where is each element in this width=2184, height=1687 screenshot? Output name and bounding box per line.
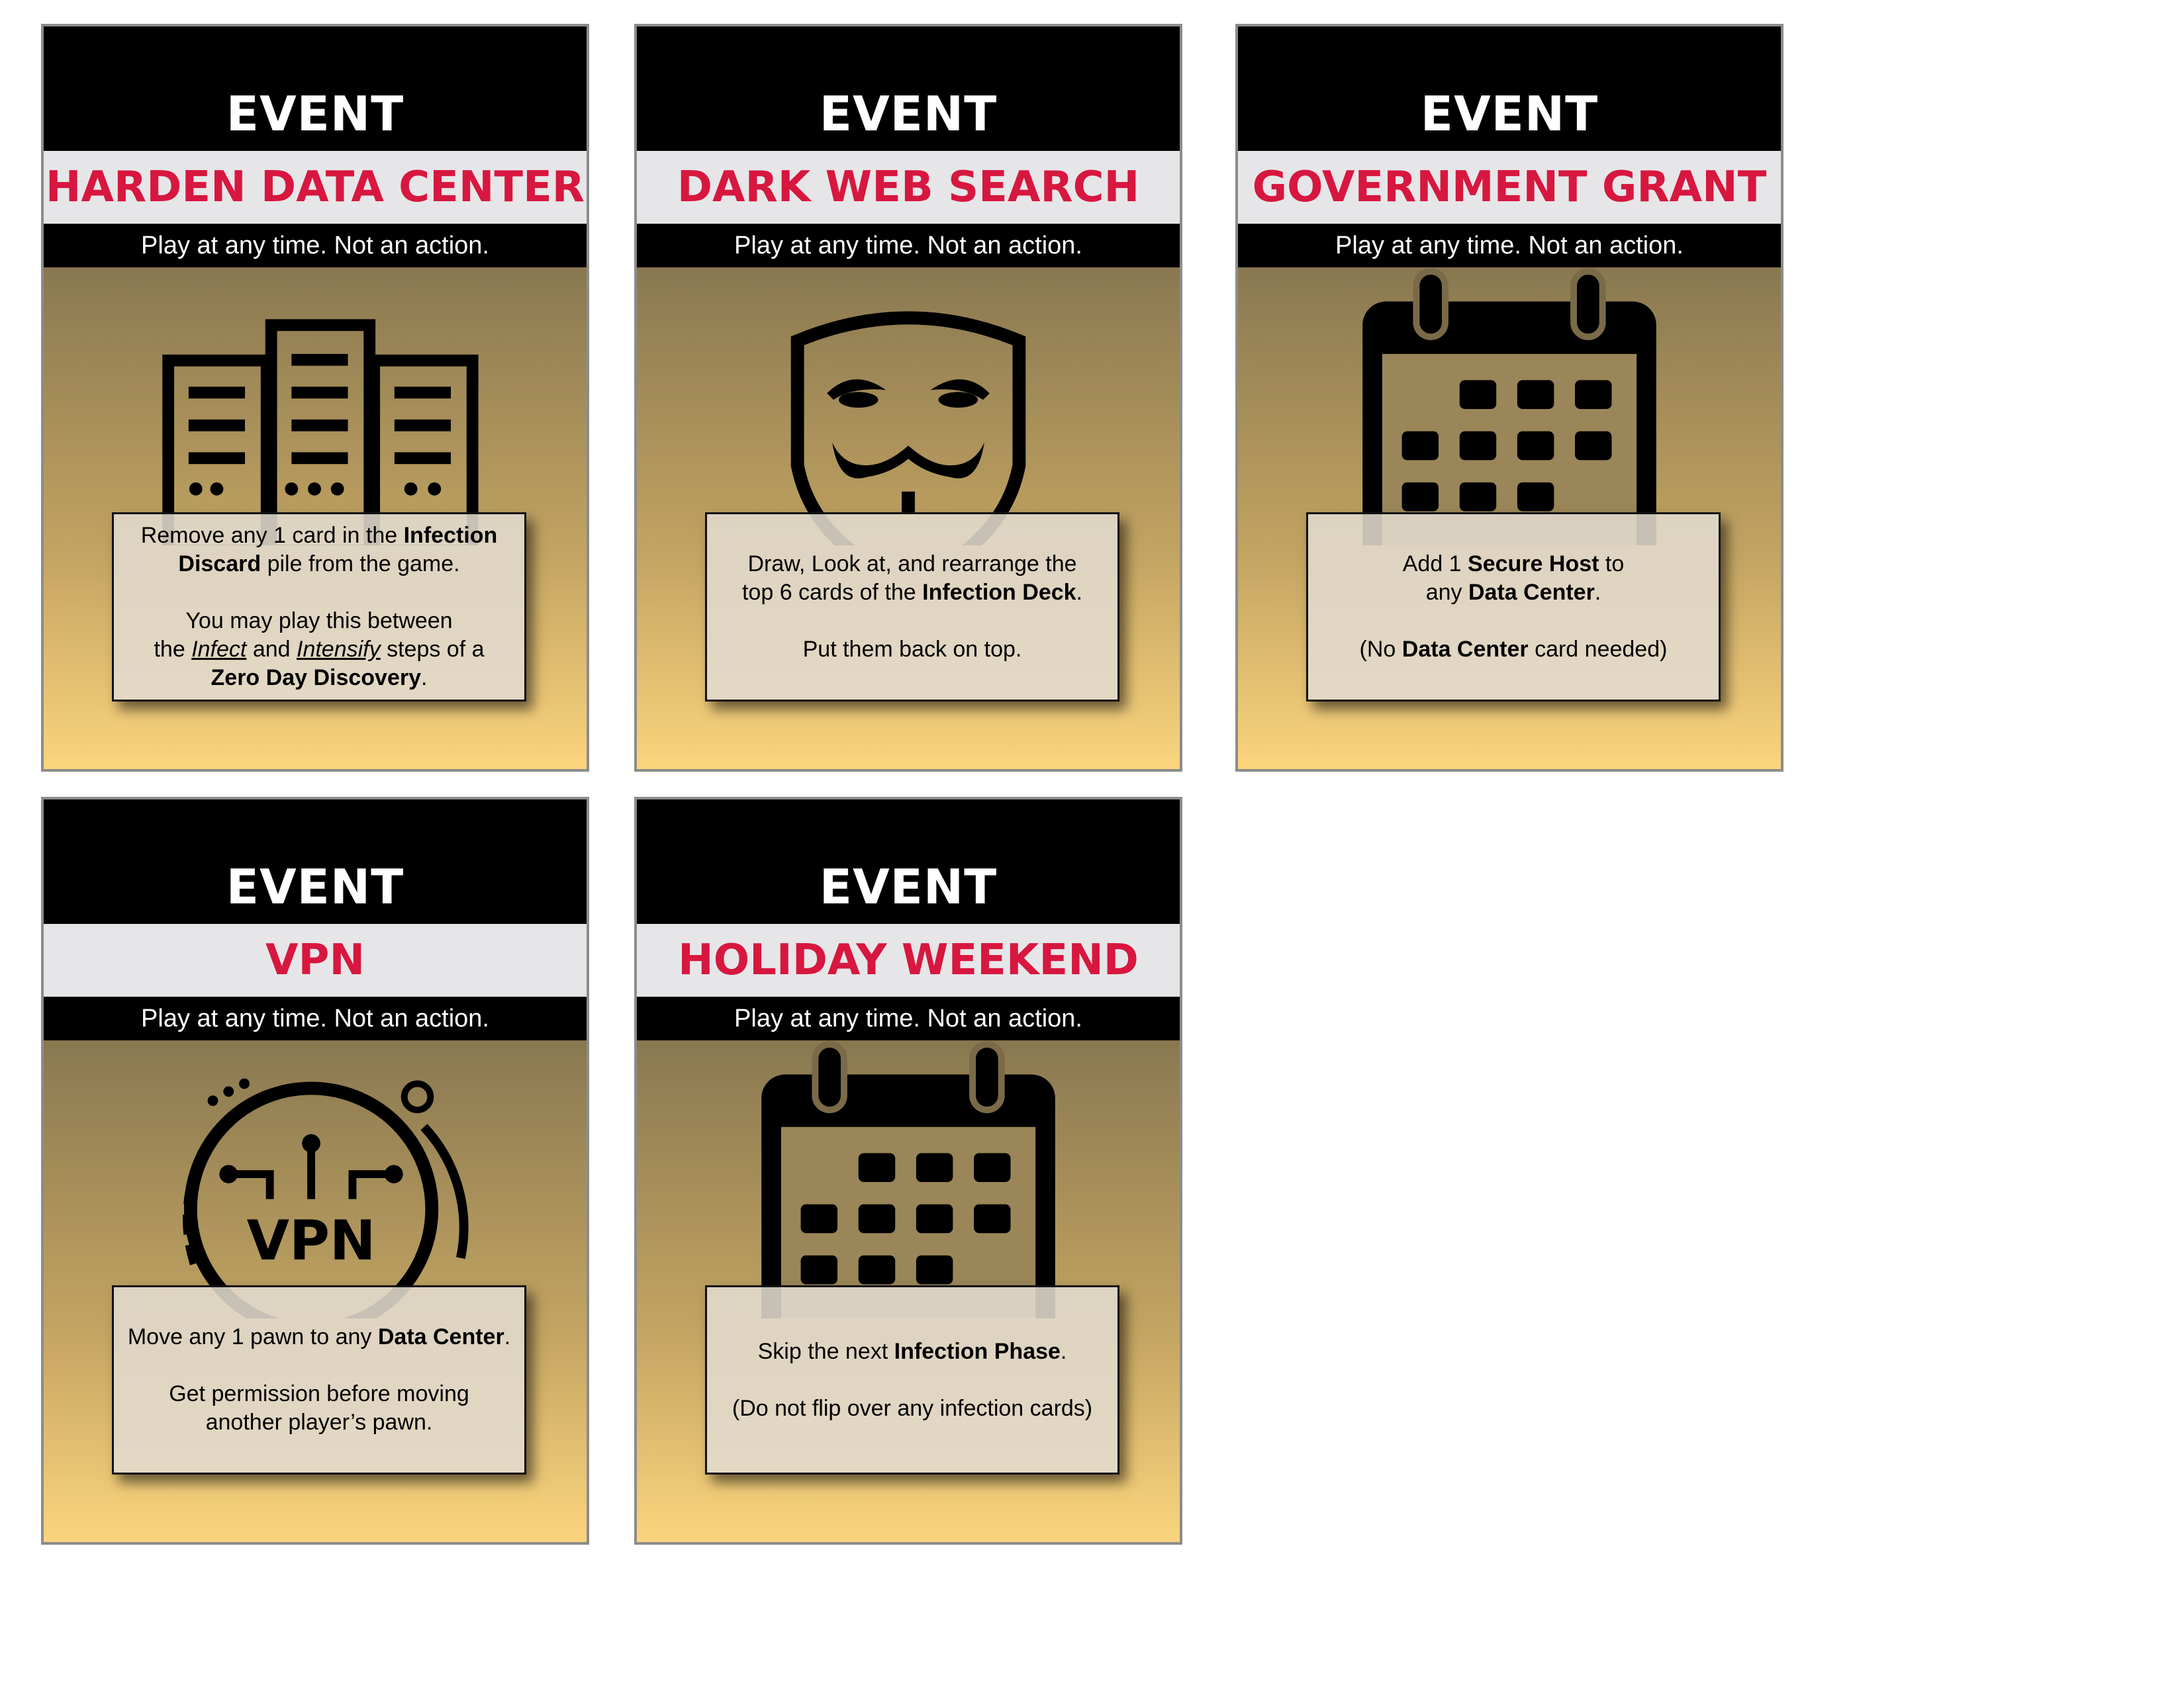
keyword-data-center: Data Center [377,1324,504,1349]
card-title: DARK WEB SEARCH [637,151,1180,224]
keyword-infection-phase: Infection Phase [894,1338,1061,1364]
card-effect-text: Draw, Look at, and rearrange the top 6 ca… [705,512,1119,702]
keyword-infection-deck: Infection Deck [922,580,1076,605]
keyword-data-center: Data Center [1401,637,1529,662]
card-effect-text: Move any 1 pawn to any Data Center. Get … [112,1285,526,1475]
card-effect-text: Skip the next Infection Phase. (Do not f… [705,1285,1119,1475]
keyword-secure-host: Secure Host [1468,551,1599,576]
card-header: EVENT [637,799,1180,924]
effect-text: Get permission before moving [169,1381,469,1406]
effect-text: pile from the game. [261,551,460,576]
card-effect-text: Add 1 Secure Host to any Data Center. (No… [1306,512,1721,702]
card-play-rule: Play at any time. Not an action. [44,997,587,1040]
card-title: GOVERNMENT GRANT [1238,151,1781,224]
card-header: EVENT [44,26,587,151]
effect-text: to [1599,551,1625,576]
card-play-rule: Play at any time. Not an action. [637,224,1180,267]
keyword-zero-day-discovery: Zero Day Discovery [211,665,422,690]
card-effect-text: Remove any 1 card in the Infection Discar… [112,512,526,702]
keyword-intensify: Intensify [297,637,381,662]
effect-text: Move any 1 pawn to any [127,1324,378,1349]
calendar-icon [1238,267,1781,545]
card-header: EVENT [44,799,587,924]
keyword-infect: Infect [191,637,247,662]
card-header: EVENT [637,26,1180,151]
card-play-rule: Play at any time. Not an action. [44,224,587,267]
keyword-data-center: Data Center [1468,580,1595,605]
effect-text: and [246,637,297,662]
event-card-dark-web-search[interactable]: EVENT DARK WEB SEARCH Play at any time. … [634,24,1182,772]
card-play-rule: Play at any time. Not an action. [1238,224,1781,267]
effect-text: Draw, Look at, and rearrange the [747,551,1077,576]
card-header: EVENT [1238,26,1781,151]
effect-text: Remove any 1 card in the [140,523,404,548]
server-rack-icon [44,267,587,545]
card-title: HARDEN DATA CENTER [44,151,587,224]
event-card-vpn[interactable]: EVENT VPN Play at any time. Not an actio… [41,797,589,1545]
vpn-icon: VPN [44,1040,587,1318]
effect-text: any [1425,580,1468,605]
effect-text: Add 1 [1402,551,1468,576]
effect-text: Skip the next [757,1338,894,1364]
effect-text: top 6 cards of the [741,580,923,605]
effect-text: the [154,637,192,662]
keyword-infection: Infection [403,523,498,548]
anonymous-mask-icon [637,267,1180,545]
effect-text: steps of a [380,637,485,662]
effect-text: (Do not flip over any infection cards) [732,1395,1093,1421]
effect-text: You may play this between [185,608,453,633]
keyword-discard: Discard [178,551,261,576]
effect-text: (No [1359,637,1402,662]
vpn-icon-label: VPN [247,1208,376,1273]
effect-text: . [1594,580,1601,605]
effect-text: . [1060,1338,1067,1364]
effect-text: Put them back on top. [802,637,1022,662]
effect-text: . [421,665,428,690]
card-title: VPN [44,924,587,997]
card-play-rule: Play at any time. Not an action. [637,997,1180,1040]
card-title: HOLIDAY WEEKEND [637,924,1180,997]
calendar-icon [637,1040,1180,1318]
effect-text: . [1076,580,1082,605]
event-card-harden-data-center[interactable]: EVENT HARDEN DATA CENTER Play at any tim… [41,24,589,772]
event-card-government-grant[interactable]: EVENT GOVERNMENT GRANT Play at any time.… [1235,24,1783,772]
effect-text: another player’s pawn. [205,1410,433,1435]
effect-text: card needed) [1528,637,1668,662]
event-card-holiday-weekend[interactable]: EVENT HOLIDAY WEEKEND Play at any time. … [634,797,1182,1545]
effect-text: . [504,1324,511,1349]
